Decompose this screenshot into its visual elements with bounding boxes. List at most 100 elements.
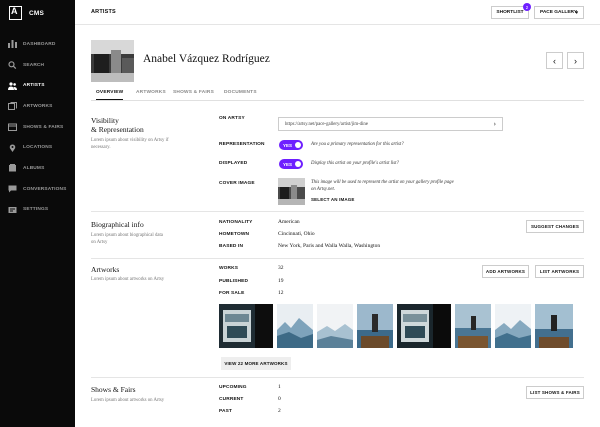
tab-shows-fairs[interactable]: SHOWS & FAIRS: [173, 90, 214, 95]
displayed-hint: Display this artist on your profile's ar…: [311, 161, 399, 166]
chat-icon: [8, 185, 17, 193]
sidebar-item-label: SEARCH: [23, 62, 45, 68]
artwork-thumbnail[interactable]: [455, 304, 491, 348]
view-more-artworks-button[interactable]: VIEW 22 MORE ARTWORKS: [221, 357, 291, 370]
artist-photo-icon: [91, 40, 134, 82]
nationality-value: American: [278, 219, 300, 225]
artsy-url-field[interactable]: https://artsy.net/pace-gallery/artist/ji…: [278, 117, 503, 131]
artwork-image-icon: [495, 304, 531, 348]
sidebar-item-label: ALBUMS: [23, 165, 45, 171]
toggle-knob: [295, 142, 301, 148]
published-count: 19: [278, 278, 284, 284]
section-divider: [91, 211, 584, 212]
shortlist-count-badge: 2: [523, 3, 531, 11]
on-artsy-label: ON ARTSY: [219, 116, 245, 121]
chevron-down-icon: ▾: [575, 10, 578, 16]
displayed-label: DISPLAYED: [219, 161, 248, 166]
cover-hint-line2: on Artsy.net.: [311, 186, 336, 192]
bio-description: Lorem ipsum about biographical data on A…: [91, 233, 163, 245]
artwork-thumbnail[interactable]: [397, 304, 451, 348]
past-label: PAST: [219, 409, 233, 414]
logo-text: CMS: [29, 9, 45, 17]
sidebar-item-label: ARTISTS: [23, 83, 45, 89]
cover-image-hint: This image will be used to represent the…: [311, 180, 511, 193]
artsy-url-value: https://artsy.net/pace-gallery/artist/ji…: [285, 121, 368, 127]
artwork-thumbnail[interactable]: [495, 304, 531, 348]
next-artist-button[interactable]: ›: [567, 52, 584, 69]
sidebar-item-search[interactable]: SEARCH: [0, 55, 75, 76]
past-count: 2: [278, 408, 281, 414]
artworks-icon: [8, 102, 17, 111]
visibility-title-line1: Visibility: [91, 116, 119, 125]
sidebar-item-label: CONVERSATIONS: [23, 186, 67, 192]
artwork-image-icon: [397, 304, 451, 348]
displayed-toggle[interactable]: YES: [279, 159, 303, 169]
go-arrow-icon[interactable]: ›: [494, 120, 496, 128]
gallery-select[interactable]: PACE GALLERY ▾: [534, 6, 584, 19]
tab-artworks[interactable]: ARTWORKS: [136, 90, 166, 95]
published-label: PUBLISHED: [219, 279, 249, 284]
sidebar-item-label: DASHBOARD: [23, 41, 56, 47]
section-divider: [91, 258, 584, 259]
works-label: WORKS: [219, 266, 239, 271]
artist-avatar: [91, 40, 134, 82]
toggle-state: YES: [283, 142, 293, 148]
visibility-title: Visibility & Representation: [91, 116, 144, 134]
add-artworks-button[interactable]: ADD ARTWORKS: [482, 265, 529, 278]
sidebar-item-shows-fairs[interactable]: SHOWS & FAIRS: [0, 117, 75, 138]
select-image-link[interactable]: SELECT AN IMAGE: [311, 197, 355, 202]
suggest-changes-label: SUGGEST CHANGES: [530, 224, 579, 229]
prev-artist-button[interactable]: ‹: [546, 52, 563, 69]
list-shows-label: LIST SHOWS & FAIRS: [530, 390, 580, 395]
sidebar-item-conversations[interactable]: CONVERSATIONS: [0, 179, 75, 200]
chevron-left-icon: ‹: [553, 55, 556, 66]
artwork-image-icon: [317, 304, 353, 348]
list-shows-fairs-button[interactable]: LIST SHOWS & FAIRS: [526, 386, 584, 399]
sidebar-item-label: LOCATIONS: [23, 145, 53, 151]
artwork-thumbnail[interactable]: [219, 304, 273, 348]
add-artworks-label: ADD ARTWORKS: [485, 269, 526, 274]
sidebar-item-label: SETTINGS: [23, 207, 49, 213]
tab-documents[interactable]: DOCUMENTS: [224, 90, 257, 95]
sidebar-item-dashboard[interactable]: DASHBOARD: [0, 34, 75, 55]
for-sale-label: FOR SALE: [219, 291, 245, 296]
representation-toggle[interactable]: YES: [279, 140, 303, 150]
visibility-title-line2: & Representation: [91, 125, 144, 134]
representation-label: REPRESENTATION: [219, 142, 265, 147]
upcoming-label: UPCOMING: [219, 385, 247, 390]
nationality-label: NATIONALITY: [219, 220, 253, 225]
shows-title: Shows & Fairs: [91, 385, 136, 394]
sidebar-item-settings[interactable]: SETTINGS: [0, 200, 75, 221]
sidebar-item-locations[interactable]: LOCATIONS: [0, 137, 75, 158]
suggest-changes-button[interactable]: SUGGEST CHANGES: [526, 220, 584, 233]
hometown-label: HOMETOWN: [219, 232, 250, 237]
artwork-thumbnail[interactable]: [277, 304, 313, 348]
artwork-image-icon: [357, 304, 393, 348]
current-label: CURRENT: [219, 397, 244, 402]
artist-tabs: OVERVIEW ARTWORKS SHOWS & FAIRS DOCUMENT…: [91, 86, 584, 101]
artwork-thumbnail[interactable]: [357, 304, 393, 348]
shortlist-label: SHORTLIST: [496, 10, 524, 15]
hometown-value: Cincinnati, Ohio: [278, 231, 315, 237]
artwork-image-icon: [219, 304, 273, 348]
location-pin-icon: [8, 144, 17, 152]
list-artworks-button[interactable]: LIST ARTWORKS: [535, 265, 584, 278]
bar-chart-icon: [8, 40, 17, 49]
cover-image[interactable]: [278, 178, 305, 205]
sidebar-item-albums[interactable]: ALBUMS: [0, 158, 75, 179]
sidebar-item-artworks[interactable]: ARTWORKS: [0, 96, 75, 117]
sidebar-item-label: ARTWORKS: [23, 103, 53, 109]
section-divider: [91, 377, 584, 378]
representation-hint: Are you a primary representation for thi…: [311, 142, 404, 147]
logo[interactable]: CMS: [9, 6, 44, 20]
shows-description: Lorem ipsum about artworks on Artsy: [91, 398, 165, 403]
sidebar-item-artists[interactable]: ARTISTS: [0, 75, 75, 96]
tab-overview[interactable]: OVERVIEW: [96, 90, 124, 100]
based-in-label: BASED IN: [219, 244, 244, 249]
chevron-right-icon: ›: [574, 55, 577, 66]
artwork-thumbnail[interactable]: [535, 304, 573, 348]
list-artworks-label: LIST ARTWORKS: [539, 269, 580, 274]
sidebar: CMS DASHBOARD SEARCH ARTISTS ARTWORKS SH…: [0, 0, 75, 427]
artwork-thumbnail[interactable]: [317, 304, 353, 348]
artsy-logo-icon: [9, 6, 22, 20]
